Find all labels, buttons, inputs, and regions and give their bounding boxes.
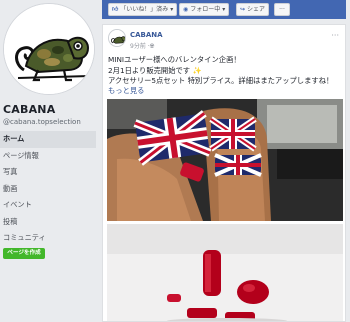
- page-sidebar: CABANA @cabana.topselection ホーム ページ情報 写真…: [0, 0, 100, 322]
- nav-item-posts[interactable]: 投稿: [0, 214, 96, 231]
- nav-item-events[interactable]: イベント: [0, 197, 96, 214]
- post-author-avatar[interactable]: [108, 29, 126, 47]
- dropdown-arrow-icon: ▾: [222, 6, 226, 13]
- post-photo-accessories[interactable]: [107, 224, 343, 321]
- page-handle[interactable]: @cabana.topselection: [3, 118, 81, 126]
- nav-item-photos[interactable]: 写真: [0, 164, 96, 181]
- car-interior-image: [107, 99, 343, 221]
- page-name[interactable]: CABANA: [3, 103, 55, 116]
- following-button[interactable]: ◉ フォロー中 ▾: [179, 3, 230, 16]
- following-button-label: フォロー中: [190, 6, 221, 13]
- share-button-label: シェア: [247, 6, 266, 13]
- more-actions-button[interactable]: ···: [274, 3, 290, 16]
- post-body: MINIユーザー様へのバレンタイン企画！ 2月1日より販売開始です ✨ アクセサ…: [108, 55, 342, 87]
- thumbs-up-icon: 👍︎: [112, 6, 119, 13]
- globe-icon: ·🌐︎: [147, 43, 155, 50]
- post-options-button[interactable]: ···: [331, 31, 339, 40]
- create-page-button[interactable]: ページを作成: [3, 248, 45, 259]
- page-profile-picture[interactable]: [3, 3, 95, 95]
- main-content: 👍︎ 「いいね！」済み ▾ ◉ フォロー中 ▾ ↪ シェア ··· CABANA 9分前 …: [100, 0, 350, 322]
- page-nav: ホーム ページ情報 写真 動画 イベント 投稿 コミュニティ: [0, 131, 96, 247]
- sparkle-icon: ✨: [192, 65, 202, 75]
- post-author-name[interactable]: CABANA: [130, 31, 163, 39]
- dropdown-arrow-icon: ▾: [170, 6, 174, 13]
- liked-button[interactable]: 👍︎ 「いいね！」済み ▾: [108, 3, 178, 16]
- share-button[interactable]: ↪ シェア: [236, 3, 270, 16]
- post-line: アクセサリー5点セット 特別プライス。詳細はまたアップしますね！: [108, 76, 334, 85]
- rss-icon: ◉: [183, 6, 189, 13]
- post-photo-car-interior[interactable]: [107, 99, 343, 221]
- see-more-link[interactable]: もっと見る: [108, 86, 144, 96]
- chameleon-logo-icon: [109, 30, 125, 46]
- post-card: CABANA 9分前 ·🌐︎ ··· MINIユーザー様へのバレンタイン企画！ …: [102, 24, 346, 322]
- share-arrow-icon: ↪: [240, 6, 246, 13]
- nav-item-home[interactable]: ホーム: [0, 131, 96, 148]
- nav-item-about[interactable]: ページ情報: [0, 148, 96, 165]
- page-action-bar: 👍︎ 「いいね！」済み ▾ ◉ フォロー中 ▾ ↪ シェア ···: [102, 0, 346, 19]
- post-line: MINIユーザー様へのバレンタイン企画！: [108, 55, 241, 64]
- nav-item-videos[interactable]: 動画: [0, 181, 96, 198]
- chameleon-logo-icon: [4, 4, 94, 94]
- accessories-image: [107, 224, 343, 321]
- post-timestamp[interactable]: 9分前 ·🌐︎: [130, 41, 154, 51]
- liked-button-label: 「いいね！」済み: [120, 6, 169, 13]
- nav-item-community[interactable]: コミュニティ: [0, 230, 96, 247]
- post-line-2: 2月1日より販売開始です ✨: [108, 65, 202, 75]
- post-time: 9分前: [130, 43, 146, 50]
